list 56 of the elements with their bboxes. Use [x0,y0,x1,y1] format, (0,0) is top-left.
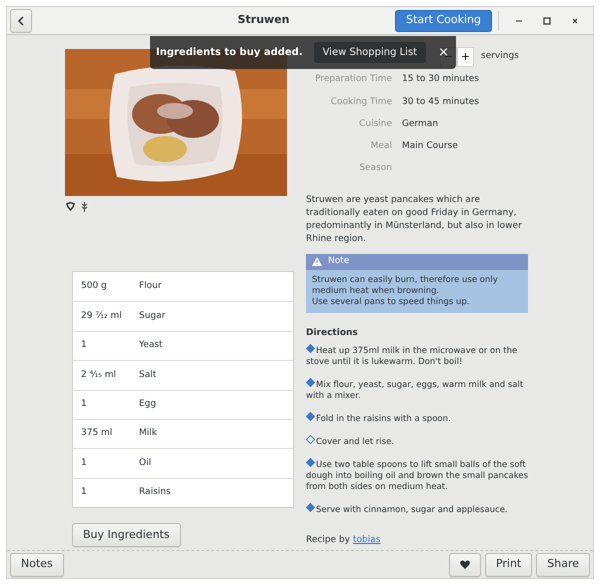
ingredient-amount: 500 g [80,280,108,293]
ingredient-name: Raisins [139,486,171,500]
buy-ingredients-button[interactable]: Buy Ingredients [72,523,181,548]
detail-label: Cuisine [358,118,392,131]
detail-value: Main Course [402,140,458,153]
ingredient-amount: 1 [80,339,88,352]
ingredient-amount: 29 ⁷⁄₁₂ ml [80,310,123,323]
ingredient-name: Oil [139,456,152,470]
directions-heading: Directions [306,326,359,340]
ingredient-amount: 375 ml [80,427,114,440]
direction-step: Heat up 375ml milk in the microwave or on the stove until it is lukewarm. Don't boil! [306,344,530,368]
favorite-button[interactable] [448,552,481,576]
heart-icon [460,560,470,569]
print-button[interactable]: Print [484,552,532,576]
note-text: Use several pans to speed things up. [312,296,470,308]
start-cooking-button[interactable]: Start Cooking [395,10,492,32]
ingredient-name: Flour [139,280,162,293]
window-title: Struwen [238,12,290,28]
detail-label: Meal [370,140,392,153]
direction-step: Mix flour, yeast, sugar, eggs, warm milk and salt with a mixer. [306,378,530,402]
direction-step: Serve with cinnamon, sugar and applesauce. [306,503,530,516]
increase-servings-button[interactable]: + [457,47,474,67]
ingredient-amount: 1 [80,398,88,411]
toast-message: Ingredients to buy added. [156,46,304,60]
back-button[interactable] [10,8,32,32]
detail-label: Preparation Time [314,73,392,86]
ingredient-amount: 1 [80,456,88,470]
detail-label: Cooking Time [330,96,392,109]
ingredient-name: Salt [139,368,156,382]
detail-label: Season [358,162,392,176]
share-button[interactable]: Share [536,552,590,576]
ingredient-name: Yeast [139,339,163,352]
notes-button[interactable]: Notes [10,552,64,576]
close-icon[interactable] [570,16,580,26]
ingredient-name: Milk [139,427,157,440]
back-icon [17,16,25,26]
ingredient-name: Egg [139,398,156,411]
direction-step: Cover and let rise. [306,435,530,448]
wheat-icon [81,202,88,212]
servings-label: servings [481,50,519,64]
note-text: Struwen can easily burn, therefore use only medium heat when browning. [312,274,499,297]
note-title: Note [328,255,350,268]
author-link[interactable]: tobias [353,534,380,548]
recipe-author-label: Recipe by [306,534,350,548]
view-shopping-list-button[interactable]: View Shopping List [314,42,426,63]
ingredient-amount: 1 [80,486,88,500]
ingredient-amount: 2 ⁴⁄₁₅ ml [80,368,118,382]
ingredient-name: Sugar [139,310,166,323]
detail-value: German [402,118,438,131]
warning-icon [312,257,322,266]
direction-step: Fold in the raisins with a spoon. [306,412,530,426]
maximize-icon[interactable] [542,16,552,26]
detail-value: 30 to 45 minutes [402,96,479,109]
detail-value: 15 to 30 minutes [402,73,479,86]
recipe-description: Struwen are yeast pancakes which are traditionally eaten on good Friday in Germany, predominantly in Münsterland, but also in lower Rhine region. [306,194,523,246]
direction-step: Use two table spoons to lift small balls of the soft dough into boiling oil and brown the small pancakes from both sides on medium heat. [306,458,530,494]
